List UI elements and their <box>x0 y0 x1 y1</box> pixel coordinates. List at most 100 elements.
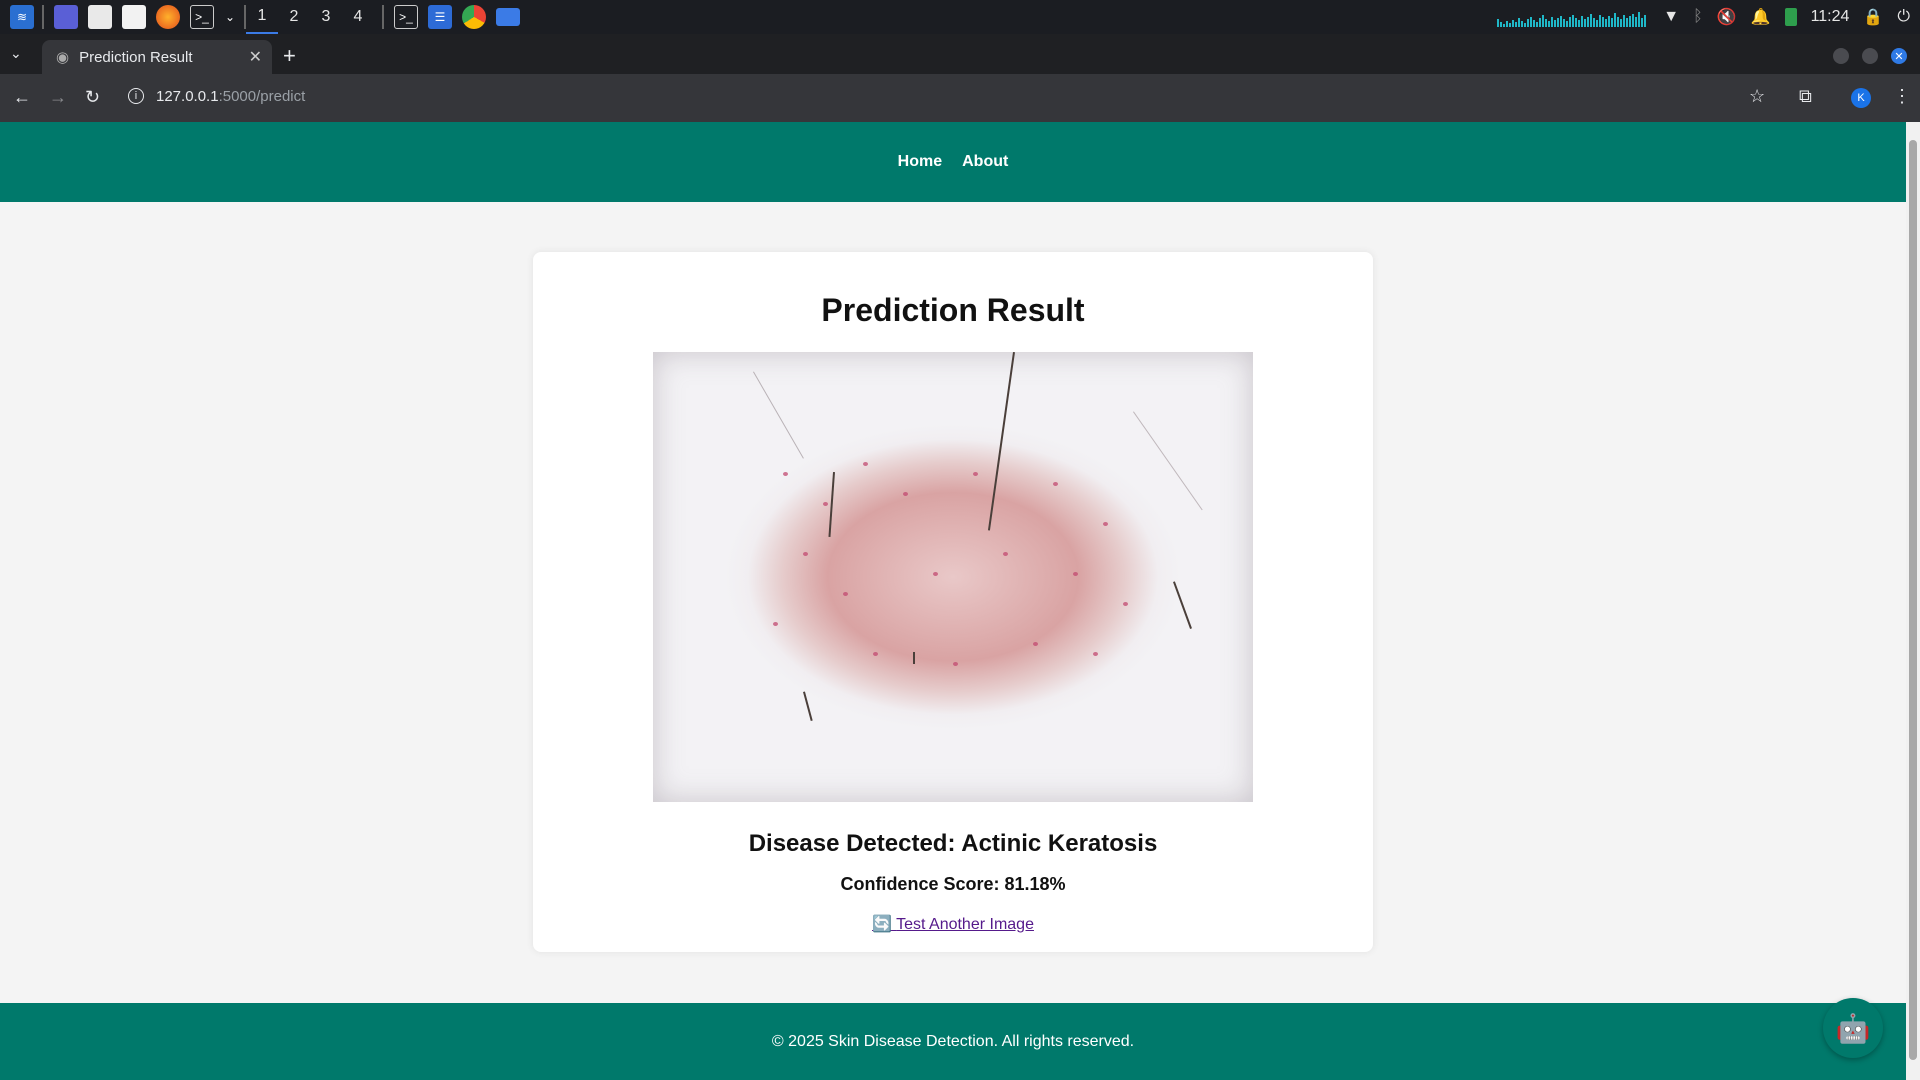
lesion-spot <box>873 652 878 656</box>
app-menu-icon[interactable]: ≋ <box>10 5 34 29</box>
browser-tab-strip: ⌄ ◉ Prediction Result ✕ + ✕ <box>0 34 1920 74</box>
network-graph-bar <box>1533 20 1536 27</box>
network-graph-bar <box>1626 18 1629 27</box>
network-graph-bar <box>1536 22 1539 27</box>
network-graph-bar <box>1539 18 1542 27</box>
minimize-window-button[interactable] <box>1833 48 1849 64</box>
chatbot-icon[interactable]: 🤖 <box>1823 998 1883 1058</box>
extensions-icon[interactable]: ⧉ <box>1799 86 1812 107</box>
lesion-spot <box>773 622 778 626</box>
terminal-app-icon[interactable]: >_ <box>394 5 418 29</box>
workspace-1[interactable]: 1 <box>246 0 278 34</box>
network-graph-bar <box>1629 16 1632 27</box>
network-graph-bar <box>1587 17 1590 27</box>
network-graph-bar <box>1605 19 1608 27</box>
close-window-button[interactable]: ✕ <box>1891 48 1907 64</box>
forward-icon[interactable]: → <box>49 87 67 108</box>
network-graph-bar <box>1569 17 1572 27</box>
test-another-image-link[interactable]: 🔄 Test Another Image <box>533 914 1373 934</box>
site-info-icon[interactable]: i <box>128 88 144 104</box>
lock-icon[interactable]: 🔒 <box>1863 7 1883 27</box>
network-graph-bar <box>1641 18 1644 27</box>
desktop-icon[interactable] <box>54 5 78 29</box>
volume-muted-icon[interactable]: 🔇 <box>1717 7 1737 27</box>
site-navbar: Home About <box>0 122 1906 202</box>
wifi-icon[interactable]: ▼ <box>1663 8 1679 26</box>
os-taskbar: ≋ >_ ⌄ 1 2 3 4 >_ ☰ ▼ ᛒ 🔇 🔔 11:24 🔒 ⏻ <box>0 0 1920 34</box>
reload-icon[interactable]: ↻ <box>85 87 100 108</box>
lesion-spot <box>1073 572 1078 576</box>
site-footer: © 2025 Skin Disease Detection. All right… <box>0 1003 1906 1080</box>
chrome-icon[interactable] <box>462 5 486 29</box>
lesion-spot <box>1033 642 1038 646</box>
lesion-spot <box>953 662 958 666</box>
lesion-spot <box>1093 652 1098 656</box>
network-graph-bar <box>1557 18 1560 27</box>
lesion-spot <box>843 592 848 596</box>
network-graph-bar <box>1638 12 1641 27</box>
workspace-3[interactable]: 3 <box>310 0 342 34</box>
refresh-icon: 🔄 <box>872 916 892 933</box>
notification-bell-icon[interactable]: 🔔 <box>1751 7 1771 27</box>
hair-strand <box>987 352 1015 531</box>
back-icon[interactable]: ← <box>13 87 31 108</box>
folder-icon[interactable] <box>496 8 520 26</box>
network-graph-bar <box>1614 13 1617 27</box>
hair-strand <box>913 652 915 664</box>
result-card: Prediction Result Disease Detected: Acti… <box>533 252 1373 952</box>
terminal-icon[interactable]: >_ <box>190 5 214 29</box>
browser-tab[interactable]: ◉ Prediction Result ✕ <box>42 40 272 74</box>
workspace-4[interactable]: 4 <box>342 0 374 34</box>
hair-strand <box>753 371 804 459</box>
lesion-spot <box>823 502 828 506</box>
network-graph-bar <box>1572 15 1575 27</box>
browser-menu-icon[interactable]: ⋮ <box>1893 86 1911 107</box>
network-graph-bar <box>1599 15 1602 27</box>
network-graph-bar <box>1497 19 1500 27</box>
lesion-spot <box>1123 602 1128 606</box>
scrollbar-thumb[interactable] <box>1909 140 1917 1060</box>
page-scrollbar[interactable] <box>1906 122 1920 1080</box>
chevron-down-icon[interactable]: ⌄ <box>224 5 236 29</box>
lesion-spot <box>783 472 788 476</box>
network-graph-bar <box>1542 15 1545 27</box>
new-tab-icon[interactable]: + <box>283 43 296 69</box>
tab-search-icon[interactable]: ⌄ <box>10 45 22 62</box>
network-graph-bar <box>1551 17 1554 27</box>
web-page: Home About Prediction Result Disease Det… <box>0 122 1906 1080</box>
taskbar-separator <box>42 5 44 29</box>
nav-about-link[interactable]: About <box>962 153 1008 171</box>
battery-icon[interactable] <box>1784 8 1797 26</box>
workspace-2[interactable]: 2 <box>278 0 310 34</box>
bluetooth-icon[interactable]: ᛒ <box>1693 8 1703 26</box>
text-editor-icon[interactable]: ☰ <box>428 5 452 29</box>
power-icon[interactable]: ⏻ <box>1897 8 1910 26</box>
clock[interactable]: 11:24 <box>1811 8 1850 26</box>
network-graph-bar <box>1545 19 1548 27</box>
network-graph-bar <box>1644 15 1647 27</box>
network-graph-bar <box>1623 15 1626 27</box>
network-graph-bar <box>1566 21 1569 27</box>
nav-home-link[interactable]: Home <box>898 153 942 171</box>
document-viewer-icon[interactable] <box>122 5 146 29</box>
network-graph <box>1497 7 1649 27</box>
lesion-spot <box>863 462 868 466</box>
firefox-icon[interactable] <box>156 5 180 29</box>
maximize-window-button[interactable] <box>1862 48 1878 64</box>
network-graph-bar <box>1527 19 1530 27</box>
lesion-spot <box>803 552 808 556</box>
hair-strand <box>1173 581 1192 629</box>
network-graph-bar <box>1506 21 1509 27</box>
close-tab-icon[interactable]: ✕ <box>249 47 262 67</box>
network-graph-bar <box>1563 19 1566 27</box>
lesion-spot <box>973 472 978 476</box>
lesion-spot <box>933 572 938 576</box>
profile-avatar[interactable]: K <box>1851 88 1871 108</box>
bookmark-star-icon[interactable]: ☆ <box>1749 86 1765 107</box>
lesion-spot <box>903 492 908 496</box>
network-graph-bar <box>1611 18 1614 27</box>
network-graph-bar <box>1524 23 1527 27</box>
confidence-score: Confidence Score: 81.18% <box>840 874 1066 894</box>
address-bar[interactable]: 127.0.0.1:5000/predict <box>156 88 305 105</box>
file-manager-icon[interactable] <box>88 5 112 29</box>
